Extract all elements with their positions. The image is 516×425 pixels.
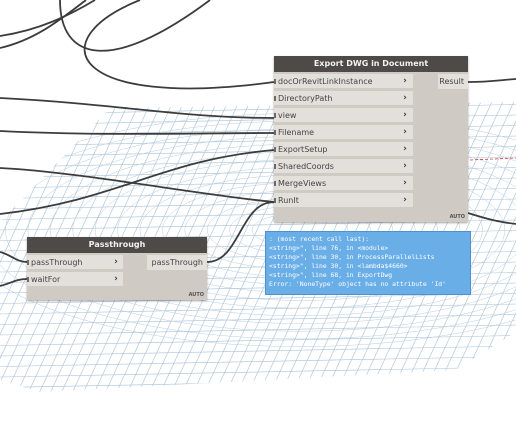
chevron-right-icon[interactable]: › [401,91,409,106]
output-port-passthrough-label: passThrough [151,258,204,267]
port-label: Filename [278,128,315,137]
input-port-passthrough[interactable]: passThrough › [27,255,123,270]
port-label: SharedCoords [278,162,334,171]
chevron-right-icon[interactable]: › [401,142,409,157]
input-port-view[interactable]: view › [274,108,413,123]
chevron-right-icon[interactable]: › [401,159,409,174]
port-label: passThrough [31,258,83,267]
error-tooltip[interactable]: : (most recent call last): <string>", lin… [265,231,471,295]
chevron-right-icon[interactable]: › [401,176,409,191]
chevron-right-icon[interactable]: › [112,272,120,287]
wire-result-out[interactable] [467,78,516,83]
lacing-badge: AUTO [449,214,465,220]
error-line: <string>", line 30, in <lambda$4660> [269,261,408,270]
error-line: <string>", line 68, in ExportDwg [269,270,393,279]
chevron-right-icon[interactable]: › [401,125,409,140]
chevron-right-icon[interactable]: › [401,193,409,208]
input-port-exportsetup[interactable]: ExportSetup › [274,142,413,157]
export-dwg-node-title[interactable]: Export DWG in Document [274,56,468,72]
chevron-right-icon[interactable]: › [401,74,409,89]
input-port-mergeviews[interactable]: MergeViews › [274,176,413,191]
input-port-sharedcoords[interactable]: SharedCoords › [274,159,413,174]
chevron-right-icon[interactable]: › [401,108,409,123]
wire-top-left [0,0,96,37]
graph-canvas[interactable]: Export DWG in Document docOrRevitLinkIns… [0,0,516,425]
error-line: <string>", line 30, in ProcessParallelLi… [269,252,435,261]
input-port-directorypath[interactable]: DirectoryPath › [274,91,413,106]
input-port-waitfor[interactable]: waitFor › [27,272,123,287]
port-label: ExportSetup [278,145,328,154]
port-label: docOrRevitLinkInstance [278,77,373,86]
lacing-badge: AUTO [188,292,204,298]
error-line: Error: 'NoneType' object has no attribut… [269,279,446,288]
passthrough-node[interactable]: Passthrough passThrough › waitFor › passThr… [27,237,207,300]
input-port-runit[interactable]: RunIt › [274,193,413,208]
output-port-result-label: Result [439,77,464,86]
port-label: waitFor [31,275,61,284]
input-port-docorrevitlinkinstance[interactable]: docOrRevitLinkInstance › [274,74,413,89]
chevron-right-icon[interactable]: › [112,255,120,270]
port-label: RunIt [278,196,299,205]
port-label: DirectoryPath [278,94,333,103]
port-label: view [278,111,297,120]
output-port-passthrough[interactable]: passThrough [147,255,207,270]
error-line: <string>", line 76, in <module> [269,243,389,252]
export-dwg-node[interactable]: Export DWG in Document docOrRevitLinkIns… [274,56,468,222]
output-port-result[interactable]: Result [438,74,468,89]
wire-to-doc[interactable] [83,0,275,90]
passthrough-node-title[interactable]: Passthrough [27,237,207,253]
input-port-filename[interactable]: Filename › [274,125,413,140]
error-line: : (most recent call last): [269,235,370,243]
port-label: MergeViews [278,179,327,188]
